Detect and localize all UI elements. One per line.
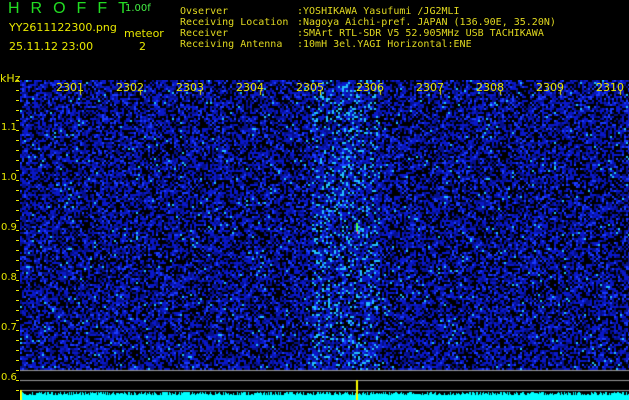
waterfall-spectrogram (20, 80, 629, 400)
info-row-observer: Ovserver:YOSHIKAWA Yasufumi /JG2MLI (180, 6, 460, 17)
freq-tick (16, 260, 19, 261)
freq-tick (16, 100, 19, 101)
time-label: 2310 (596, 81, 624, 94)
freq-label: 0.6 (1, 372, 17, 383)
freq-tick (16, 380, 19, 381)
unit-label: kHz (0, 72, 21, 85)
freq-tick (16, 180, 19, 181)
freq-label: 1.1 (1, 122, 17, 133)
info-row-antenna: Receiving Antenna:10mH 3el.YAGI Horizont… (180, 39, 472, 50)
time-label: 2307 (416, 81, 444, 94)
freq-tick (16, 300, 19, 301)
freq-tick (16, 170, 19, 171)
freq-tick (16, 80, 19, 81)
time-label: 2301 (56, 81, 84, 94)
time-label: 2305 (296, 81, 324, 94)
time-label: 2306 (356, 81, 384, 94)
freq-label: 1.0 (1, 172, 17, 183)
time-label: 2302 (116, 81, 144, 94)
freq-tick (16, 360, 19, 361)
freq-tick (16, 320, 19, 321)
freq-tick (16, 210, 19, 211)
freq-tick (16, 350, 19, 351)
freq-tick (16, 190, 19, 191)
time-label: 2303 (176, 81, 204, 94)
freq-tick (16, 230, 19, 231)
freq-tick (16, 200, 19, 201)
meteor-count: 2 (139, 40, 146, 53)
freq-label: 0.7 (1, 322, 17, 333)
meteor-label: meteor (124, 27, 164, 40)
version-label: 1.00f (125, 3, 151, 14)
time-label: 2304 (236, 81, 264, 94)
freq-label: 0.9 (1, 222, 17, 233)
program-title: HROFFT (8, 0, 139, 17)
freq-tick (16, 370, 19, 371)
freq-tick (16, 330, 19, 331)
freq-tick (16, 110, 19, 111)
freq-tick (16, 280, 19, 281)
time-label: 2309 (536, 81, 564, 94)
freq-tick (16, 390, 19, 391)
freq-tick (16, 240, 19, 241)
hrofft-window: HROFFT 1.00f YY2611122300.png 25.11.12 2… (0, 0, 629, 400)
freq-tick (16, 130, 19, 131)
freq-tick (16, 340, 19, 341)
freq-tick (16, 250, 19, 251)
time-label: 2308 (476, 81, 504, 94)
freq-tick (16, 290, 19, 291)
filename-label: YY2611122300.png (9, 21, 117, 34)
freq-tick (16, 150, 19, 151)
freq-tick (16, 220, 19, 221)
freq-tick (16, 140, 19, 141)
freq-label: 0.8 (1, 272, 17, 283)
datetime-label: 25.11.12 23:00 (9, 40, 94, 53)
freq-tick (16, 90, 19, 91)
freq-tick (16, 270, 19, 271)
info-row-location: Receiving Location:Nagoya Aichi-pref. JA… (180, 17, 556, 28)
freq-tick (16, 160, 19, 161)
freq-tick (16, 120, 19, 121)
info-row-receiver: Receiver:SMArt RTL-SDR V5 52.905MHz USB … (180, 28, 544, 39)
freq-tick (16, 310, 19, 311)
